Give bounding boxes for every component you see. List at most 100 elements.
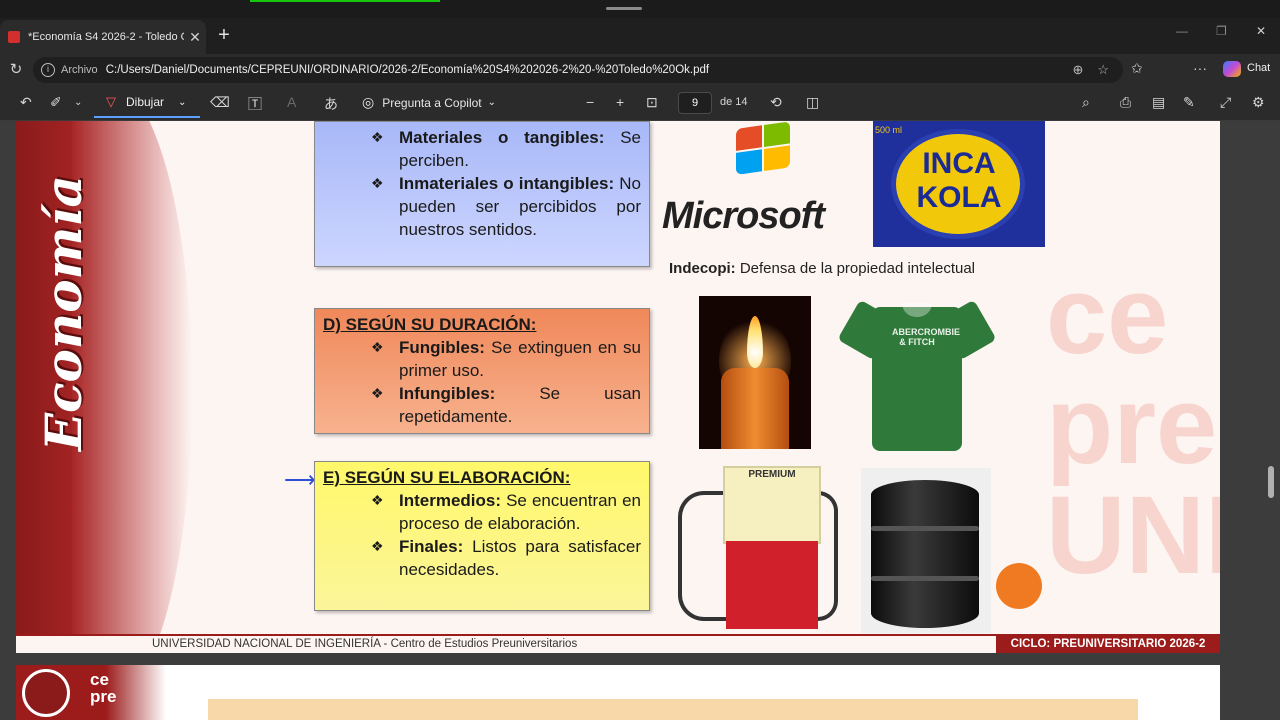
arrow-annotation-icon: ⟶: [284, 467, 316, 492]
candle-image: [699, 296, 811, 449]
cepre-logo: ce pre: [90, 671, 116, 705]
rotate-icon[interactable]: ⟲: [770, 94, 782, 111]
translate-icon[interactable]: あ: [324, 94, 338, 114]
item-term: Inmateriales o intangibles:: [399, 174, 615, 193]
pdf-toolbar: ↶ ✐ ⌄ ▽ Dibujar ⌄ ⌫ 🅃 A あ ◎ Pregunta a C…: [0, 86, 1280, 121]
item-term: Materiales o tangibles:: [399, 128, 605, 147]
list-item: ❖ Finales: Listos para satisfacer necesi…: [323, 535, 641, 581]
diamond-bullet-icon: ❖: [371, 129, 384, 145]
zoom-out-icon[interactable]: −: [586, 94, 594, 110]
chat-button[interactable]: Chat: [1247, 62, 1270, 74]
list-item: ❖ Intermedios: Se encuentran en proceso …: [323, 489, 641, 535]
zoom-in-icon[interactable]: +: [616, 94, 624, 110]
watermark: ce pre UNI: [1046, 254, 1220, 597]
page-number-input[interactable]: 9: [678, 92, 712, 114]
uni-seal-icon: [22, 669, 70, 717]
favorites-icon[interactable]: ✩: [1131, 60, 1143, 77]
list-item: ❖ Inmateriales o intangibles: No pueden …: [323, 172, 641, 241]
omnibox[interactable]: i Archivo C:/Users/Daniel/Documents/CEPR…: [33, 57, 1123, 83]
text-icon[interactable]: 🅃: [248, 94, 262, 114]
highlight-icon[interactable]: ✐: [50, 94, 62, 111]
url-text[interactable]: C:/Users/Daniel/Documents/CEPREUNI/ORDIN…: [106, 64, 1073, 76]
scrollbar-thumb[interactable]: [1268, 466, 1274, 498]
item-term: Intermedios:: [399, 491, 502, 510]
more-icon[interactable]: ···: [1193, 60, 1207, 76]
cursor-dot-icon: [996, 563, 1042, 609]
page-view-icon[interactable]: ◫: [806, 94, 819, 111]
new-tab-button[interactable]: +: [212, 24, 236, 48]
item-term: Fungibles:: [399, 338, 485, 357]
inca-volume: 500 ml: [875, 125, 903, 135]
slide-footer: UNIVERSIDAD NACIONAL DE INGENIERÍA - Cen…: [16, 634, 1220, 653]
indecopi-bold: Indecopi:: [669, 260, 736, 277]
progress-indicator: [250, 0, 440, 2]
microsoft-wordmark: Microsoft: [662, 195, 825, 237]
copilot-label: Pregunta a Copilot: [382, 95, 482, 110]
draw-button[interactable]: ▽ Dibujar ⌄: [94, 88, 200, 118]
diamond-bullet-icon: ❖: [371, 339, 384, 355]
pen-icon: ▽: [106, 94, 116, 109]
page-total: de 14: [720, 96, 748, 108]
item-term: Infungibles:: [399, 384, 496, 403]
print-icon[interactable]: ⎙: [1120, 94, 1131, 111]
tab-bar: *Economía S4 2026-2 - Toledo Ok ✕ + — ❐ …: [0, 18, 1280, 54]
chevron-down-icon: ⌄: [178, 96, 187, 108]
search-icon[interactable]: ⌕: [1082, 94, 1090, 111]
shirt-print: ABERCROMBIE & FITCH: [892, 327, 961, 347]
box-heading: D) SEGÚN SU DURACIÓN:: [323, 315, 537, 334]
diamond-bullet-icon: ❖: [371, 538, 384, 554]
gas-pump-image: PREMIUM: [678, 461, 838, 631]
list-item: ❖ Fungibles: Se extinguen en su primer u…: [323, 336, 641, 382]
fit-page-icon[interactable]: ⊡: [646, 94, 658, 111]
undo-icon[interactable]: ↶: [20, 94, 32, 111]
diamond-bullet-icon: ❖: [371, 175, 384, 191]
item-term: Finales:: [399, 537, 464, 556]
box-duration: D) SEGÚN SU DURACIÓN: ❖ Fungibles: Se ex…: [314, 308, 650, 434]
ask-copilot-button[interactable]: ◎ Pregunta a Copilot ⌄: [362, 94, 496, 111]
minimize-icon[interactable]: —: [1176, 24, 1188, 38]
close-tab-icon[interactable]: ✕: [184, 29, 206, 46]
box-tangibility: ❖ Materiales o tangibles: Se perciben. ❖…: [314, 121, 650, 267]
window-grip[interactable]: [606, 7, 642, 10]
box-elaboration: E) SEGÚN SU ELABORACIÓN: ❖ Intermedios: …: [314, 461, 650, 611]
title-strip: [0, 0, 1280, 18]
list-item: ❖ Materiales o tangibles: Se perciben.: [323, 126, 641, 172]
scheme-label: Archivo: [61, 64, 98, 76]
footer-cycle: CICLO: PREUNIVERSITARIO 2026-2: [996, 635, 1220, 653]
close-window-icon[interactable]: ✕: [1256, 24, 1266, 38]
inca-line2: KOLA: [916, 181, 1002, 214]
info-icon[interactable]: i: [41, 63, 55, 77]
indecopi-rest: Defensa de la propiedad intelectual: [739, 260, 976, 277]
read-aloud-icon: A: [287, 94, 297, 110]
reload-icon[interactable]: ↻: [6, 60, 26, 80]
list-item: ❖ Infungibles: Se usan repetidamente.: [323, 382, 641, 428]
chevron-down-icon[interactable]: ⌄: [74, 97, 82, 108]
scrollbar[interactable]: [1266, 121, 1274, 720]
next-pdf-page: ce pre: [16, 665, 1220, 720]
logo-line2: pre: [90, 687, 117, 706]
fullscreen-icon[interactable]: ⤢: [1220, 94, 1231, 111]
pdf-page: Economía ce pre UNI ❖ Materiales o tangibl…: [16, 121, 1220, 653]
inca-line1: INCA: [922, 147, 996, 180]
save-as-icon[interactable]: ✎: [1183, 94, 1195, 111]
browser-tab[interactable]: *Economía S4 2026-2 - Toledo Ok ✕: [0, 20, 206, 54]
address-bar: ↻ i Archivo C:/Users/Daniel/Documents/CE…: [0, 54, 1280, 133]
save-icon[interactable]: ▤: [1152, 94, 1165, 111]
pump-label: PREMIUM: [748, 469, 796, 480]
footer-university: UNIVERSIDAD NACIONAL DE INGENIERÍA - Cen…: [152, 638, 578, 650]
indecopi-caption: Indecopi: Defensa de la propiedad intele…: [669, 260, 975, 277]
zoom-icon[interactable]: ⊕: [1072, 62, 1083, 78]
inca-kola-logo: 500 ml INCA KOLA: [873, 121, 1045, 247]
tshirt-image: ABERCROMBIE & FITCH: [837, 297, 997, 453]
copilot-outline-icon: ◎: [362, 94, 375, 110]
favorite-star-icon[interactable]: ☆: [1097, 62, 1109, 78]
copilot-icon[interactable]: [1223, 61, 1241, 77]
diamond-bullet-icon: ❖: [371, 385, 384, 401]
box-heading: E) SEGÚN SU ELABORACIÓN:: [323, 468, 571, 487]
tab-title: *Economía S4 2026-2 - Toledo Ok: [28, 31, 184, 43]
vertical-title: Economía: [34, 175, 93, 451]
settings-gear-icon[interactable]: ⚙: [1252, 94, 1265, 111]
eraser-icon[interactable]: ⌫: [210, 94, 230, 111]
maximize-icon[interactable]: ❐: [1216, 24, 1227, 38]
pdf-icon: [8, 31, 20, 43]
